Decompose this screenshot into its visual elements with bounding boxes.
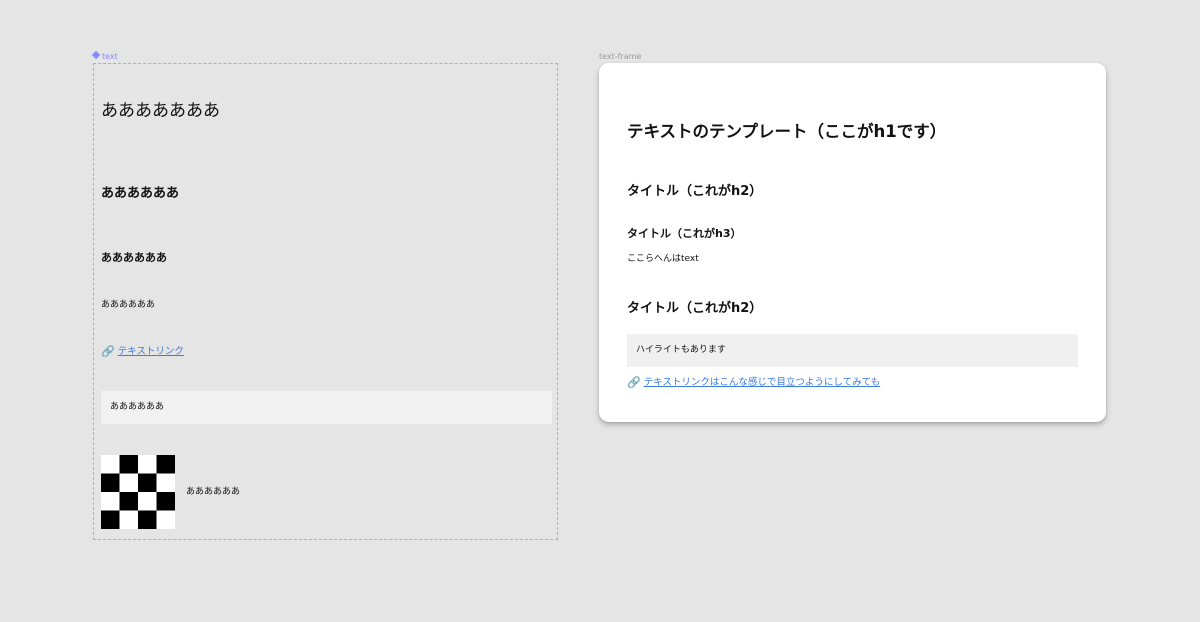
component-frame-name: text — [102, 52, 118, 61]
component-highlight-box: ああああああ — [101, 391, 552, 424]
frame-h3: タイトル（これがh3） — [627, 227, 742, 240]
component-h3: ああああああ — [101, 251, 167, 264]
frame-highlight-text: ハイライトもあります — [636, 345, 726, 355]
link-icon: 🔗 — [101, 345, 115, 358]
frame-highlight-box: ハイライトもあります — [627, 334, 1078, 367]
component-text-link[interactable]: 🔗 テキストリンク — [101, 345, 184, 359]
frame-h2-first: タイトル（これがh2） — [627, 184, 763, 199]
component-highlight-text: ああああああ — [110, 402, 165, 412]
component-h1: あああああああ — [101, 101, 220, 121]
component-icon — [91, 50, 101, 60]
component-body-text: ああああああ — [101, 300, 156, 310]
component-h2: ああああああ — [101, 186, 180, 201]
link-icon: 🔗 — [627, 376, 641, 389]
frame-h2-second: タイトル（これがh2） — [627, 301, 763, 316]
component-image-caption: ああああああ — [186, 487, 241, 497]
checkerboard-image — [101, 455, 175, 529]
component-frame-label[interactable]: text — [91, 50, 118, 62]
frame-body-text: ここらへんはtext — [627, 254, 699, 264]
frame-text-link[interactable]: 🔗 テキストリンクはこんな感じで目立つようにしてみても — [627, 376, 880, 390]
text-frame-label[interactable]: text-frame — [599, 52, 641, 62]
frame-link-label[interactable]: テキストリンクはこんな感じで目立つようにしてみても — [644, 377, 880, 388]
text-frame-card[interactable]: テキストのテンプレート（ここがh1です） タイトル（これがh2） タイトル（これ… — [599, 63, 1106, 422]
text-component-frame[interactable]: あああああああ ああああああ ああああああ ああああああ 🔗 テキストリンク ああ… — [93, 63, 558, 540]
component-link-label[interactable]: テキストリンク — [118, 346, 184, 357]
frame-h1: テキストのテンプレート（ここがh1です） — [627, 122, 947, 141]
